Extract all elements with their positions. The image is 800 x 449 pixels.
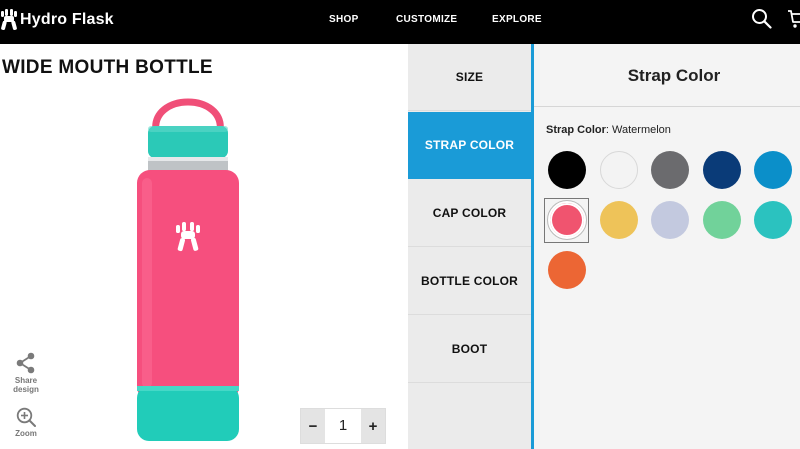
nav-customize[interactable]: CUSTOMIZE [396, 14, 457, 25]
top-navigation-bar: Hydro Flask SHOP CUSTOMIZE EXPLORE [0, 0, 800, 44]
color-swatch[interactable] [702, 201, 741, 239]
option-panel: Strap Color Strap Color: Watermelon [534, 44, 800, 449]
quantity-increase-button[interactable]: + [361, 409, 385, 443]
customize-tabs: SIZE STRAP COLOR CAP COLOR BOTTLE COLOR … [408, 44, 534, 449]
color-swatch[interactable] [548, 251, 586, 289]
color-swatch[interactable] [651, 201, 689, 239]
cart-icon[interactable] [787, 8, 800, 30]
color-swatch[interactable] [651, 151, 689, 189]
brand-name: Hydro Flask [20, 11, 114, 28]
tab-strap-color[interactable]: STRAP COLOR [408, 112, 531, 179]
color-swatch[interactable] [702, 151, 741, 189]
selected-color-line: Strap Color: Watermelon [546, 124, 671, 136]
color-swatch[interactable] [754, 201, 792, 239]
bottle-boot [137, 386, 239, 441]
product-title: WIDE MOUTH BOTTLE [2, 57, 213, 78]
tab-size[interactable]: SIZE [408, 44, 531, 111]
color-swatch[interactable] [599, 151, 638, 189]
bottle-body [137, 170, 239, 400]
zoom-label: Zoom [15, 429, 37, 438]
tab-cap-color[interactable]: CAP COLOR [408, 180, 531, 247]
share-design-label: Share design [13, 376, 39, 394]
nav-shop[interactable]: SHOP [329, 14, 359, 25]
bottle-preview [137, 98, 239, 441]
panel-divider [534, 106, 800, 107]
tab-bottle-color[interactable]: BOTTLE COLOR [408, 248, 531, 315]
share-design-button[interactable]: Share design [4, 352, 48, 394]
hydro-flask-logo-icon [1, 9, 17, 31]
tab-boot[interactable]: BOOT [408, 316, 531, 383]
color-swatch[interactable] [548, 151, 586, 189]
panel-title: Strap Color [627, 66, 721, 85]
color-swatch[interactable] [754, 151, 792, 189]
share-icon [16, 352, 35, 374]
color-swatch[interactable] [547, 200, 587, 240]
quantity-decrease-button[interactable]: − [301, 409, 325, 443]
zoom-icon [16, 407, 36, 427]
selected-color-label: Strap Color [546, 124, 606, 136]
color-swatch[interactable] [599, 201, 638, 239]
quantity-value[interactable]: 1 [325, 409, 361, 443]
search-icon[interactable] [751, 8, 772, 29]
brand-logo[interactable]: Hydro Flask [0, 9, 114, 31]
nav-explore[interactable]: EXPLORE [492, 14, 542, 25]
quantity-stepper: − 1 + [300, 408, 386, 444]
zoom-button[interactable]: Zoom [4, 407, 48, 438]
selected-color-value: Watermelon [612, 124, 671, 136]
